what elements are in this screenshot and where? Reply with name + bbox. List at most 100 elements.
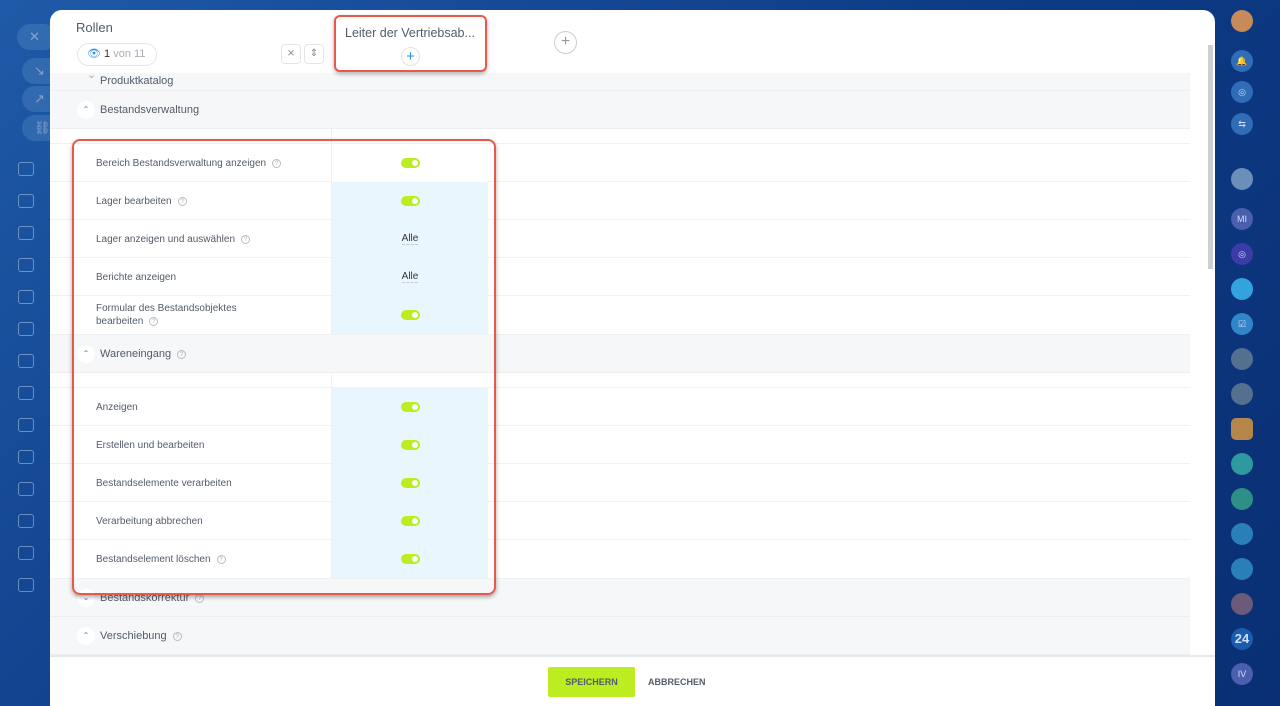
role-name[interactable]: Leiter der Vertriebsab... — [345, 26, 475, 40]
add-permission-button[interactable]: + — [401, 47, 420, 66]
help-icon[interactable]: ? — [177, 196, 187, 206]
chat-icon[interactable] — [18, 322, 34, 336]
cancel-button[interactable]: ABBRECHEN — [648, 667, 706, 697]
section-title: Wareneingang — [100, 348, 172, 360]
help-icon[interactable]: ? — [177, 350, 187, 359]
eye-icon: 👁 — [87, 48, 101, 60]
tasks-icon[interactable] — [18, 226, 34, 240]
table-row: Bestandselemente verarbeiten — [50, 464, 1190, 502]
user-avatar[interactable] — [1231, 10, 1253, 32]
row-label-text: Bestandselement löschen — [96, 553, 211, 565]
value-cell — [331, 296, 488, 334]
section-title: Bestandskorrektur — [100, 592, 190, 604]
expand-all-button[interactable]: ⇕ — [304, 44, 324, 64]
cart-icon[interactable] — [18, 450, 34, 464]
table-row: Lager anzeigen und auswählen? Alle — [50, 220, 1190, 258]
row-label: Anzeigen — [96, 388, 296, 426]
value-cell — [331, 502, 488, 540]
row-label: Formular des Bestandsobjektes bearbeiten… — [96, 296, 256, 334]
filter-icon[interactable] — [18, 354, 34, 368]
group-chat-icon[interactable] — [1231, 523, 1253, 545]
page-title: Rollen — [76, 20, 113, 35]
value-cell — [331, 464, 488, 502]
toggle-switch[interactable] — [400, 310, 420, 320]
documents-icon[interactable] — [18, 386, 34, 400]
panel-header: Rollen 👁 1 von 11 ⌄ ⨯ ⇕ Leiter der Vertr… — [50, 10, 1190, 81]
footer-bar: SPEICHERN ABBRECHEN — [50, 655, 1215, 706]
row-label: Bestandselement löschen? — [96, 540, 296, 578]
access-select[interactable]: Alle — [401, 233, 419, 245]
toggle-switch[interactable] — [400, 478, 420, 488]
row-label: Erstellen und bearbeiten — [96, 426, 296, 464]
collapse-all-button[interactable]: ⨯ — [281, 44, 301, 64]
help-icon[interactable]: ? — [272, 158, 282, 168]
row-label: Bereich Bestandsverwaltung anzeigen? — [96, 144, 296, 182]
access-select[interactable]: Alle — [401, 271, 419, 283]
group-chat-icon[interactable] — [1231, 453, 1253, 475]
toggle-switch[interactable] — [400, 402, 420, 412]
help-icon[interactable]: ? — [216, 554, 226, 564]
analytics-icon[interactable] — [18, 482, 34, 496]
row-label-text: Berichte anzeigen — [96, 271, 177, 283]
chevron-up-icon[interactable]: ⌃ — [77, 345, 95, 363]
help-icon[interactable]: ? — [149, 317, 159, 326]
copilot-icon[interactable]: ◎ — [1231, 243, 1253, 265]
section-produktkatalog[interactable]: Produktkatalog — [50, 73, 1190, 91]
save-button[interactable]: SPEICHERN — [548, 667, 635, 697]
section-title: Bestandsverwaltung — [100, 104, 200, 116]
table-row: Erstellen und bearbeiten — [50, 426, 1190, 464]
toggle-switch[interactable] — [400, 440, 420, 450]
group-avatar[interactable] — [1231, 383, 1253, 405]
row-label: Berichte anzeigen — [96, 258, 296, 296]
chevron-up-icon[interactable]: ⌃ — [77, 627, 95, 645]
settings-icon[interactable] — [18, 578, 34, 592]
help-icon[interactable]: ? — [241, 234, 250, 244]
toggle-switch[interactable] — [400, 196, 420, 206]
chevron-up-icon[interactable]: ⌃ — [77, 101, 95, 119]
section-title: Verschiebung — [100, 630, 167, 642]
help-icon[interactable]: ? — [172, 632, 182, 641]
toggle-switch[interactable] — [400, 554, 420, 564]
toggle-switch[interactable] — [400, 158, 420, 168]
chart-icon[interactable] — [18, 514, 34, 528]
help-icon[interactable]: ? — [195, 594, 205, 603]
column-cell — [331, 129, 488, 144]
contact-avatar-mi[interactable]: MI — [1231, 208, 1253, 230]
section-bestandskorrektur[interactable]: ⌄ Bestandskorrektur? — [50, 579, 1190, 617]
calendar-icon[interactable] — [18, 290, 34, 304]
scrollbar[interactable] — [1208, 45, 1213, 269]
inventory-icon[interactable] — [18, 418, 34, 432]
row-label: Verarbeitung abbrechen — [96, 502, 296, 540]
table-row: Lager bearbeiten? — [50, 182, 1190, 220]
value-cell: Alle — [331, 258, 488, 296]
table-row: Bestandselement löschen? — [50, 540, 1190, 579]
toggle-switch[interactable] — [400, 516, 420, 526]
activity-icon[interactable]: ◎ — [1231, 81, 1253, 103]
contact-avatar[interactable] — [1231, 168, 1253, 190]
bell-icon[interactable]: 🔔 — [1231, 50, 1253, 72]
messages-icon[interactable] — [1231, 278, 1253, 300]
add-role-button[interactable]: + — [554, 31, 577, 54]
section-bestandsverwaltung[interactable]: ⌃ Bestandsverwaltung — [50, 91, 1190, 129]
crm-icon[interactable] — [18, 194, 34, 208]
group-chat-icon[interactable] — [1231, 593, 1253, 615]
group-chat-icon[interactable] — [1231, 488, 1253, 510]
value-cell: Alle — [331, 220, 488, 258]
mail-icon[interactable] — [18, 258, 34, 272]
table-row: Verarbeitung abbrechen — [50, 502, 1190, 540]
group-chat-icon[interactable] — [1231, 418, 1253, 440]
group-chat-icon[interactable] — [1231, 558, 1253, 580]
search-chat-icon[interactable]: ⇆ — [1231, 113, 1253, 135]
schedule-icon[interactable] — [18, 546, 34, 560]
section-wareneingang[interactable]: ⌃ Wareneingang? — [50, 335, 1190, 373]
tasks-chat-icon[interactable]: ☑ — [1231, 313, 1253, 335]
section-title: Produktkatalog — [100, 75, 174, 87]
contact-avatar-iv[interactable]: IV — [1231, 663, 1253, 685]
table-row: Bereich Bestandsverwaltung anzeigen? — [50, 144, 1190, 182]
chevron-down-icon[interactable]: ⌄ — [77, 589, 95, 607]
group-avatar[interactable] — [1231, 348, 1253, 370]
section-verschiebung[interactable]: ⌃ Verschiebung? — [50, 617, 1190, 655]
bitrix24-icon[interactable]: 24 — [1231, 628, 1253, 650]
contacts-icon[interactable] — [18, 162, 34, 176]
visible-roles-counter[interactable]: 👁 1 von 11 ⌄ — [77, 43, 157, 81]
